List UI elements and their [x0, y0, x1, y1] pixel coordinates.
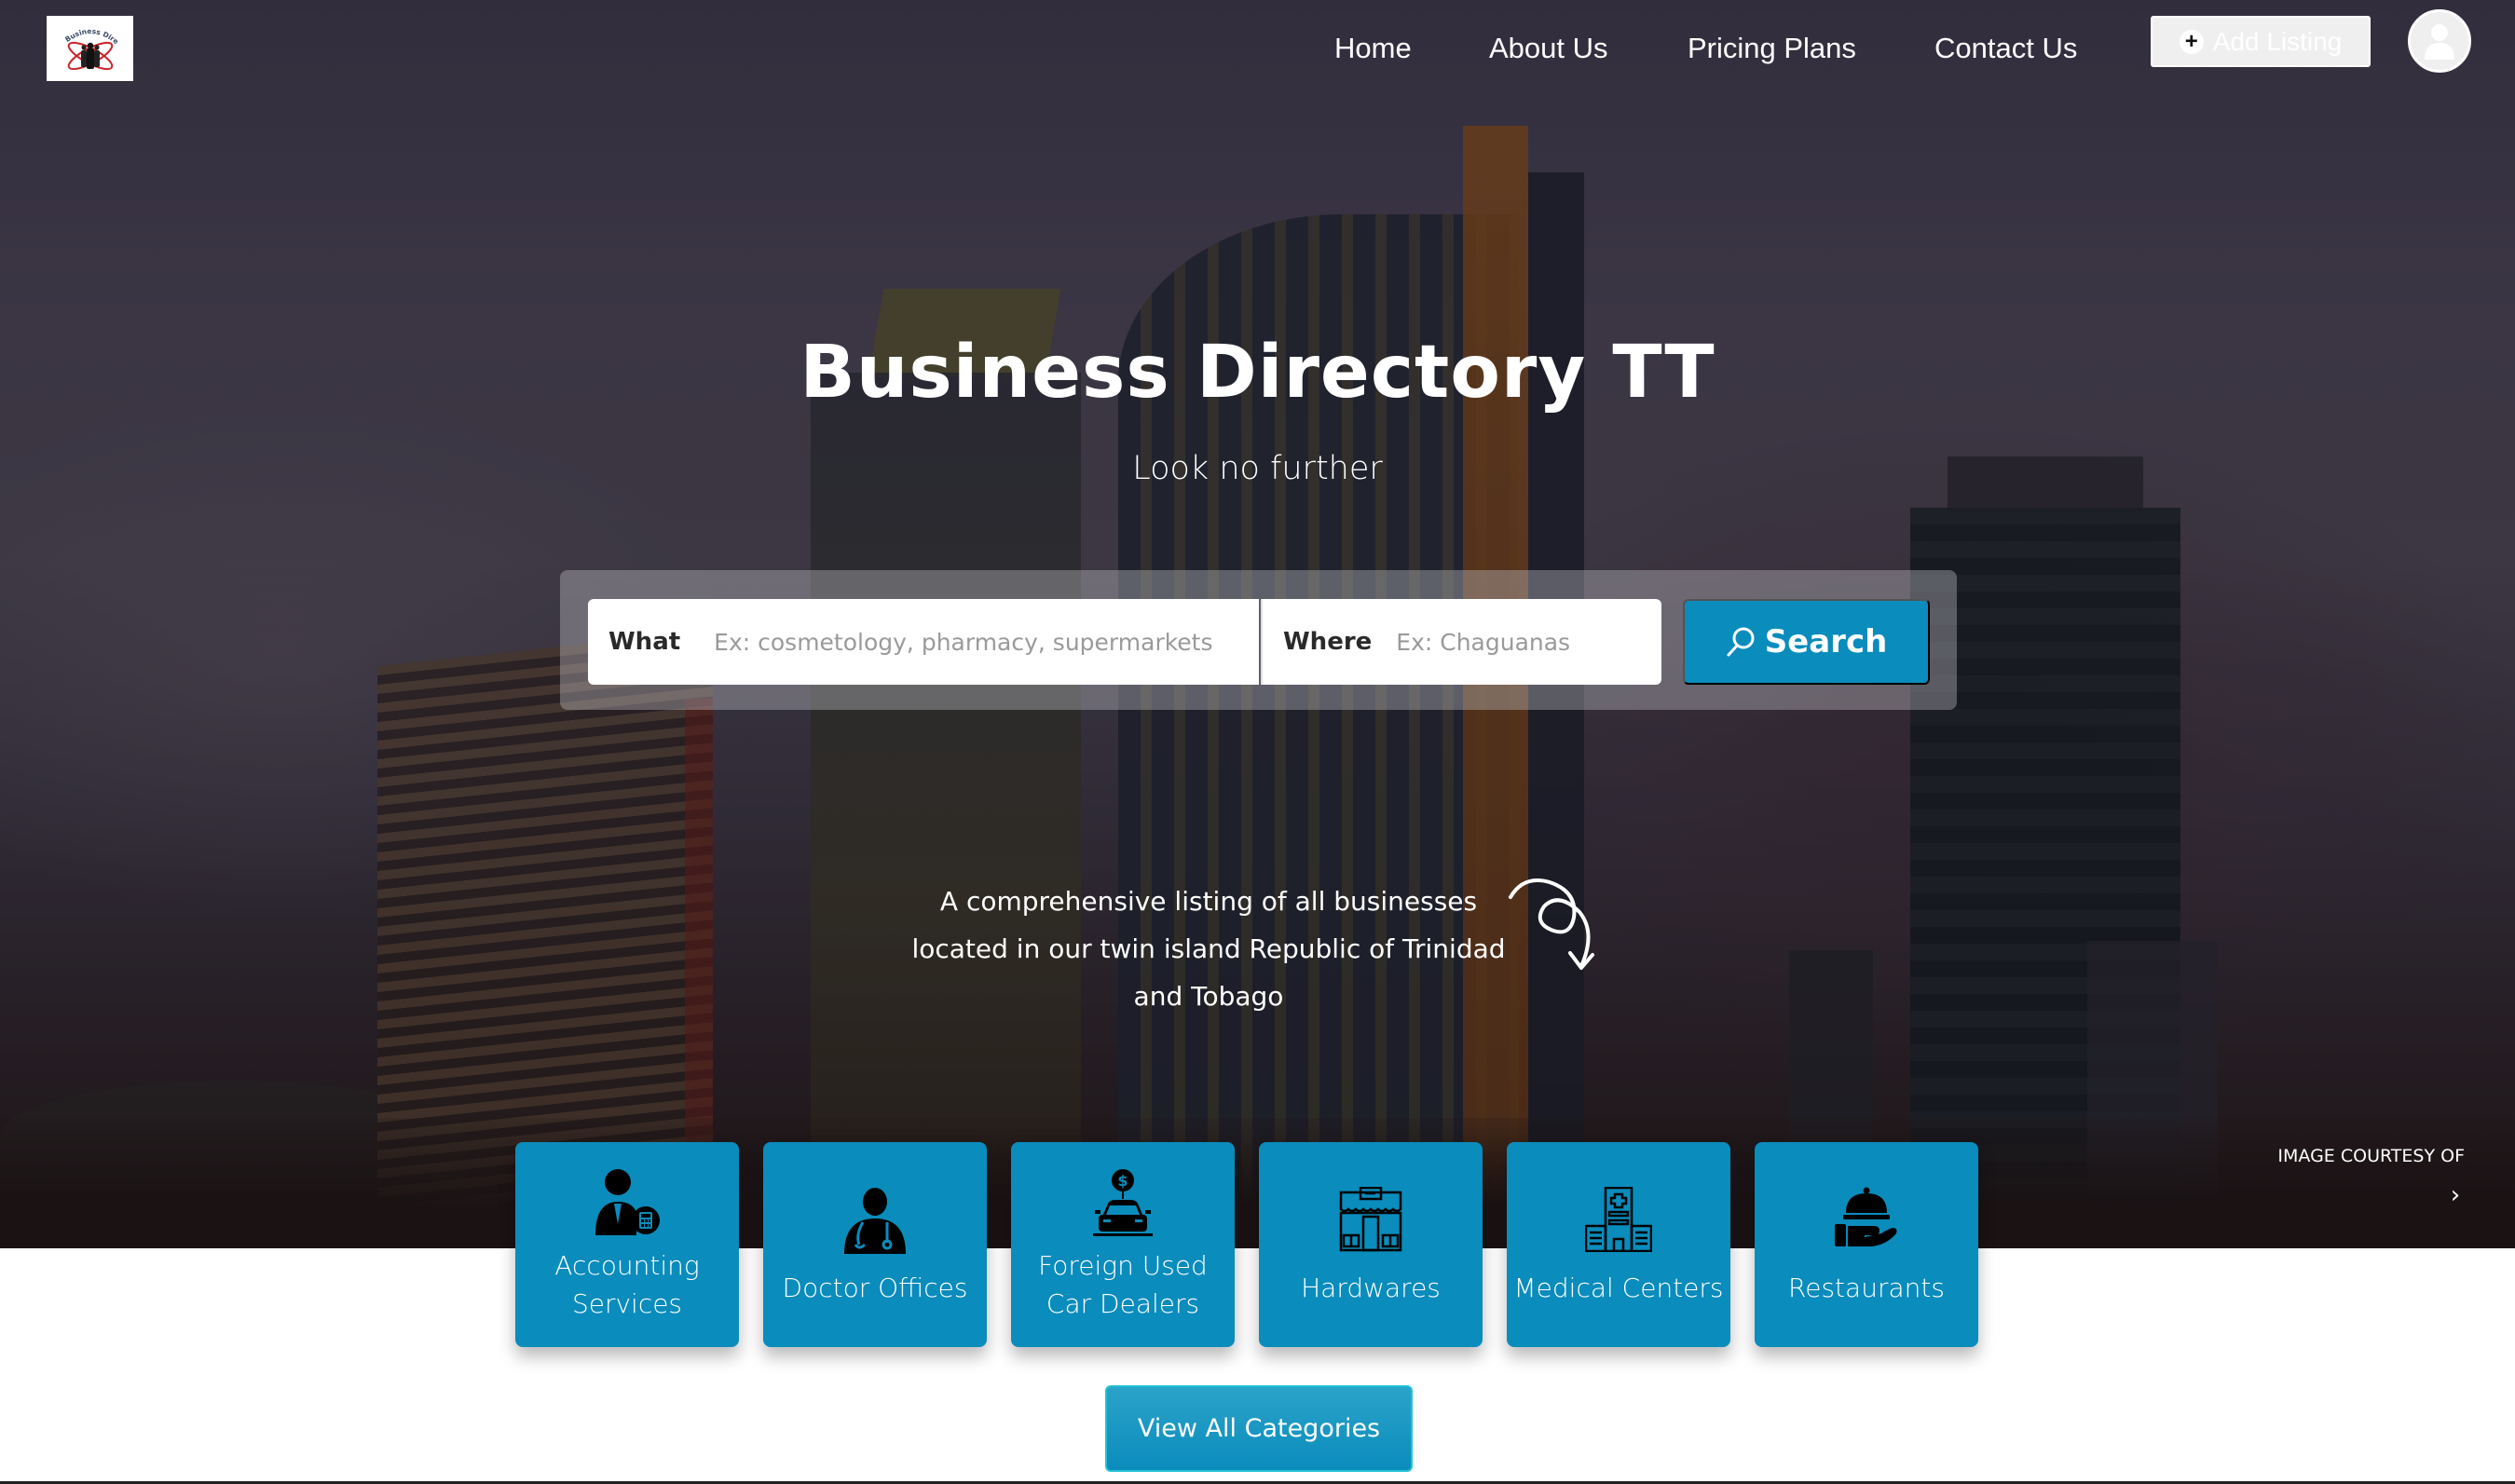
search-form: What Where Search: [560, 570, 1957, 710]
add-listing-button[interactable]: + Add Listing: [2151, 16, 2371, 67]
category-label: Hardwares: [1259, 1269, 1483, 1307]
what-label: What: [608, 628, 681, 656]
search-icon: [1727, 627, 1755, 657]
logo-emblem-icon: Business Directory TT: [53, 20, 120, 71]
nav-pricing-plans[interactable]: Pricing Plans: [1688, 28, 1856, 69]
nav-home[interactable]: Home: [1334, 28, 1412, 69]
svg-text:$: $: [1117, 1172, 1128, 1190]
category-card-doctor-offices[interactable]: Doctor Offices: [763, 1142, 987, 1347]
category-label-line: Restaurants: [1788, 1273, 1945, 1303]
hero-description: A comprehensive listing of all businesse…: [836, 878, 1581, 1020]
hospital-icon: [1507, 1187, 1730, 1252]
search-button-label: Search: [1764, 623, 1888, 660]
image-courtesy-label: IMAGE COURTESY OF: [2277, 1146, 2465, 1166]
svg-text:Business Directory TT: Business Directory TT: [53, 20, 120, 46]
what-field: What: [588, 599, 1259, 685]
nav-contact-us[interactable]: Contact Us: [1934, 28, 2077, 69]
category-label: Accounting Services: [515, 1246, 739, 1323]
page-title: Business Directory TT: [800, 331, 1715, 415]
where-input[interactable]: [1396, 599, 1692, 685]
site-logo[interactable]: Business Directory TT: [47, 16, 133, 81]
category-label-line: Foreign Used: [1038, 1250, 1208, 1281]
category-card-hardwares[interactable]: Hardwares: [1259, 1142, 1483, 1347]
restaurant-service-icon: [1755, 1187, 1978, 1248]
category-label: Doctor Offices: [763, 1269, 987, 1307]
car-dealer-icon: $: [1011, 1168, 1235, 1239]
category-card-foreign-used-car-dealers[interactable]: $ Foreign Used Car Dealers: [1011, 1142, 1235, 1347]
category-label: Foreign Used Car Dealers: [1011, 1246, 1235, 1323]
category-label-line: Medical Centers: [1513, 1273, 1724, 1303]
category-label-line: Doctor Offices: [782, 1273, 968, 1303]
category-label-line: Hardwares: [1301, 1273, 1441, 1303]
description-line: A comprehensive listing of all businesse…: [939, 886, 1478, 917]
add-listing-label: Add Listing: [2212, 26, 2343, 56]
plus-circle-icon: +: [2179, 29, 2204, 54]
category-label-line: Services: [571, 1288, 683, 1319]
chevron-right-icon[interactable]: ›: [2441, 1181, 2469, 1209]
category-card-medical-centers[interactable]: Medical Centers: [1507, 1142, 1730, 1347]
nav-about-us[interactable]: About Us: [1489, 28, 1608, 69]
page-subtitle: Look no further: [1132, 450, 1383, 487]
user-account-button[interactable]: [2408, 9, 2471, 73]
doctor-icon: [763, 1187, 987, 1254]
view-all-categories-button[interactable]: View All Categories: [1105, 1385, 1413, 1472]
description-line: and Tobago: [1133, 981, 1284, 1012]
category-card-restaurants[interactable]: Restaurants: [1755, 1142, 1978, 1347]
where-label: Where: [1283, 628, 1373, 656]
hardware-store-icon: [1259, 1187, 1483, 1252]
search-button[interactable]: Search: [1683, 599, 1930, 685]
category-label-line: Car Dealers: [1046, 1288, 1200, 1319]
accountant-icon: [515, 1168, 739, 1237]
what-input[interactable]: [714, 599, 1259, 685]
category-label: Restaurants: [1755, 1269, 1978, 1307]
description-line: located in our twin island Republic of T…: [911, 933, 1506, 964]
category-label: Medical Centers: [1507, 1269, 1730, 1307]
category-label-line: Accounting: [554, 1250, 700, 1281]
where-field: Where: [1261, 599, 1692, 685]
swirl-arrow-icon: [1509, 878, 1594, 970]
user-icon: [2425, 24, 2454, 60]
category-card-accounting-services[interactable]: Accounting Services: [515, 1142, 739, 1347]
